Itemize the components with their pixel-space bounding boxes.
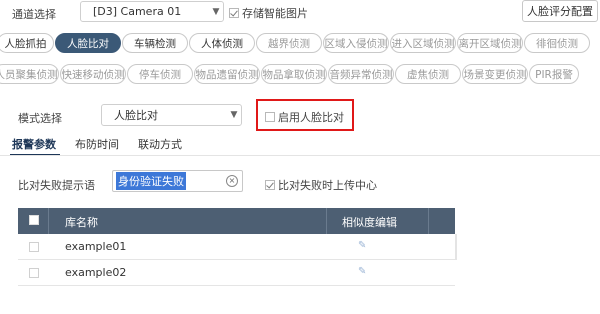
detect-tab: 区域入侵侦测 [323, 33, 389, 53]
detect-tabs-row2: 人员聚集侦测 快速移动侦测 停车侦测 物品遗留侦测 物品拿取侦测 音频异常侦测 … [0, 64, 579, 84]
detect-tab[interactable]: 车辆检测 [122, 33, 188, 53]
row-checkbox[interactable] [29, 242, 39, 252]
detect-tab: 音频异常侦测 [328, 64, 394, 84]
channel-label: 通道选择 [12, 8, 56, 21]
tab-linkage[interactable]: 联动方式 [138, 136, 182, 152]
detect-tab: 离开区域侦测 [457, 33, 523, 53]
face-score-config-button[interactable]: 人脸评分配置 [522, 0, 598, 22]
upload-on-fail-label: 比对失败时上传中心 [278, 179, 377, 192]
detect-tab: 徘徊侦测 [524, 33, 590, 53]
library-name: example02 [65, 266, 127, 279]
channel-value: [D3] Camera 01 [93, 5, 182, 18]
fail-prompt-input[interactable]: 身份验证失败 × [112, 170, 243, 192]
table-row: example01 ✎ [18, 234, 455, 260]
store-pic-label: 存储智能图片 [242, 7, 308, 20]
detect-tab: 场景变更侦测 [462, 64, 528, 84]
fail-prompt-label: 比对失败提示语 [18, 179, 95, 192]
detect-tab: 物品拿取侦测 [261, 64, 327, 84]
checkbox-icon [265, 180, 275, 190]
detect-tab: 快速移动侦测 [60, 64, 126, 84]
chevron-down-icon: ▼ [230, 110, 238, 120]
detect-tab[interactable]: 人体侦测 [189, 33, 255, 53]
edit-icon[interactable]: ✎ [358, 266, 366, 277]
mode-label: 模式选择 [18, 112, 62, 125]
tab-arming-schedule[interactable]: 布防时间 [75, 136, 119, 152]
table-scroll-edge [455, 234, 457, 260]
column-divider [326, 208, 327, 234]
detect-tab: 越界侦测 [256, 33, 322, 53]
column-divider [48, 208, 49, 234]
library-name: example01 [65, 240, 127, 253]
detect-tab[interactable]: 人脸比对 [55, 33, 121, 53]
column-divider [428, 208, 429, 234]
checkbox-icon [229, 8, 239, 18]
checkbox-icon [265, 112, 275, 122]
column-header-similarity: 相似度编辑 [342, 216, 397, 229]
clear-icon[interactable]: × [226, 175, 238, 187]
mode-value: 人脸比对 [114, 109, 158, 122]
detect-tab: 进入区域侦测 [390, 33, 456, 53]
detect-tab: PIR报警 [529, 64, 579, 84]
detect-tab: 停车侦测 [127, 64, 193, 84]
column-header-name: 库名称 [65, 216, 98, 229]
divider [0, 155, 600, 156]
enable-face-compare-checkbox[interactable]: 启用人脸比对 [265, 109, 344, 125]
detect-tabs-row1: 人脸抓拍 人脸比对 车辆检测 人体侦测 越界侦测 区域入侵侦测 进入区域侦测 离… [0, 33, 590, 53]
store-pic-checkbox[interactable]: 存储智能图片 [229, 5, 308, 21]
face-score-config-label: 人脸评分配置 [527, 5, 593, 18]
upload-on-fail-checkbox[interactable]: 比对失败时上传中心 [265, 177, 377, 193]
edit-icon[interactable]: ✎ [358, 240, 366, 251]
detect-tab: 人员聚集侦测 [0, 64, 59, 84]
detect-tab: 物品遗留侦测 [194, 64, 260, 84]
row-checkbox[interactable] [29, 268, 39, 278]
chevron-down-icon: ▼ [212, 6, 220, 17]
table-row: example02 ✎ [18, 260, 455, 286]
table-header: 库名称 相似度编辑 [18, 208, 455, 234]
detect-tab: 虚焦侦测 [395, 64, 461, 84]
select-all-checkbox[interactable] [29, 215, 39, 225]
mode-select[interactable]: 人脸比对 ▼ [101, 104, 242, 126]
tab-alarm-params[interactable]: 报警参数 [12, 136, 56, 152]
fail-prompt-value: 身份验证失败 [116, 172, 186, 190]
enable-face-compare-label: 启用人脸比对 [278, 111, 344, 124]
detect-tab[interactable]: 人脸抓拍 [0, 33, 54, 53]
channel-select[interactable]: [D3] Camera 01 ▼ [80, 1, 224, 22]
